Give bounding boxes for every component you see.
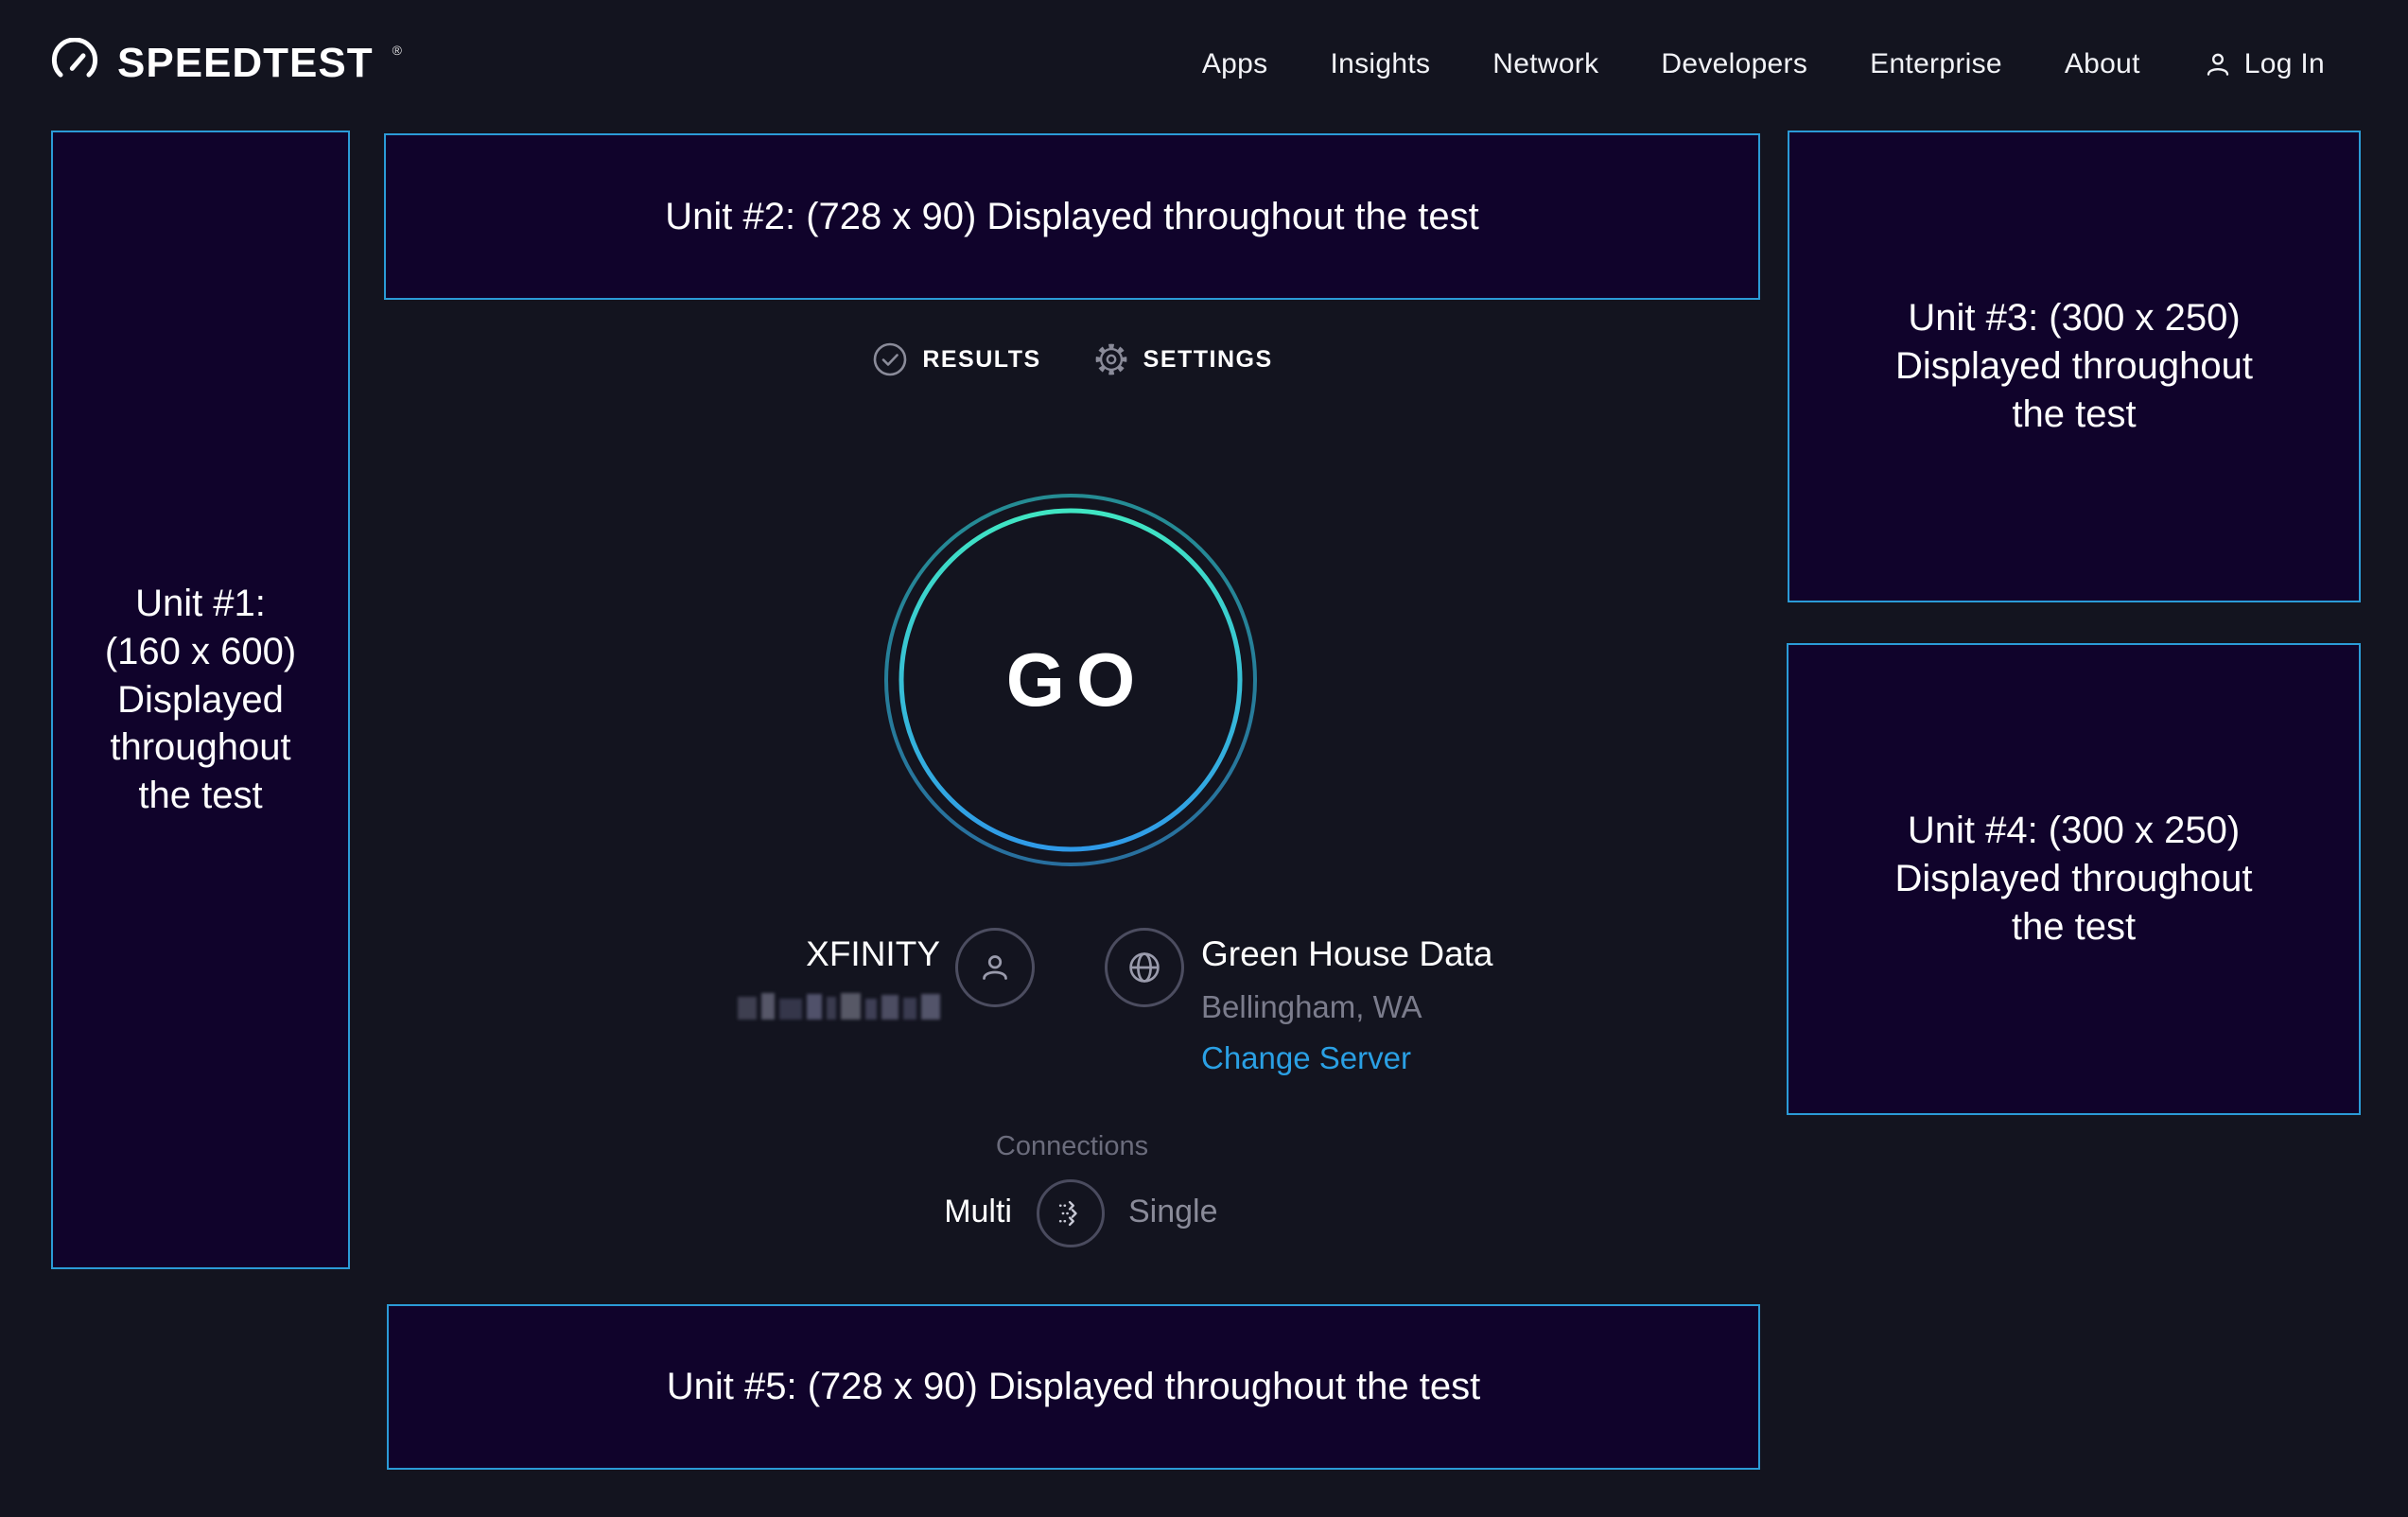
ad-unit-5[interactable]: Unit #5: (728 x 90) Displayed throughout… bbox=[387, 1304, 1760, 1470]
gauge-icon bbox=[49, 38, 100, 89]
ad-unit-1[interactable]: Unit #1: (160 x 600) Displayed throughou… bbox=[51, 131, 350, 1269]
nav-item-developers[interactable]: Developers bbox=[1661, 48, 1807, 80]
multi-arrows-icon bbox=[1050, 1193, 1091, 1234]
tab-settings[interactable]: SETTINGS bbox=[1092, 340, 1273, 378]
nav-item-apps[interactable]: Apps bbox=[1202, 48, 1268, 80]
ad-unit-4-text: Unit #4: (300 x 250) Displayed throughou… bbox=[1894, 807, 2252, 950]
nav-item-about[interactable]: About bbox=[2065, 48, 2140, 80]
logo-text: SPEEDTEST bbox=[117, 43, 374, 84]
isp-name[interactable]: XFINITY bbox=[662, 934, 940, 974]
view-tabs: RESULTS SETTINGS bbox=[384, 340, 1760, 378]
trademark-mark: ® bbox=[393, 43, 402, 58]
speedtest-logo[interactable]: SPEEDTEST ® bbox=[49, 38, 400, 89]
top-nav: SPEEDTEST ® Apps Insights Network Develo… bbox=[0, 0, 2408, 129]
nav-item-insights[interactable]: Insights bbox=[1330, 48, 1430, 80]
change-server-link[interactable]: Change Server bbox=[1201, 1040, 1411, 1076]
login-button[interactable]: Log In bbox=[2203, 48, 2325, 80]
results-tab-label: RESULTS bbox=[922, 346, 1040, 374]
isp-ip-redacted bbox=[738, 991, 940, 1020]
isp-person-icon bbox=[955, 928, 1035, 1007]
connections-multi-option[interactable]: Multi bbox=[851, 1194, 1012, 1230]
go-label: GO bbox=[881, 491, 1260, 869]
server-name[interactable]: Green House Data bbox=[1201, 934, 1493, 974]
nav-item-enterprise[interactable]: Enterprise bbox=[1870, 48, 2002, 80]
login-label: Log In bbox=[2244, 48, 2325, 80]
check-circle-icon bbox=[871, 340, 909, 378]
speedtest-page: SPEEDTEST ® Apps Insights Network Develo… bbox=[0, 0, 2408, 1517]
server-globe-icon bbox=[1105, 928, 1184, 1007]
ad-unit-3[interactable]: Unit #3: (300 x 250) Displayed throughou… bbox=[1788, 131, 2361, 602]
connections-label: Connections bbox=[384, 1131, 1760, 1162]
nav-links: Apps Insights Network Developers Enterpr… bbox=[1202, 0, 2325, 129]
gear-icon bbox=[1092, 340, 1130, 378]
ad-unit-1-text: Unit #1: (160 x 600) Displayed throughou… bbox=[105, 580, 296, 820]
user-icon bbox=[2203, 49, 2233, 79]
ad-unit-3-text: Unit #3: (300 x 250) Displayed throughou… bbox=[1895, 294, 2253, 438]
go-button[interactable]: GO bbox=[881, 491, 1260, 869]
connections-single-option[interactable]: Single bbox=[1128, 1194, 1218, 1230]
connections-toggle[interactable] bbox=[1037, 1179, 1105, 1247]
ad-unit-2-text: Unit #2: (728 x 90) Displayed throughout… bbox=[665, 193, 1479, 241]
settings-tab-label: SETTINGS bbox=[1143, 346, 1273, 374]
ad-unit-2[interactable]: Unit #2: (728 x 90) Displayed throughout… bbox=[384, 133, 1760, 300]
ad-unit-4[interactable]: Unit #4: (300 x 250) Displayed throughou… bbox=[1787, 643, 2361, 1115]
ad-unit-5-text: Unit #5: (728 x 90) Displayed throughout… bbox=[667, 1363, 1481, 1411]
nav-item-network[interactable]: Network bbox=[1492, 48, 1598, 80]
tab-results[interactable]: RESULTS bbox=[871, 340, 1040, 378]
server-location: Bellingham, WA bbox=[1201, 989, 1422, 1025]
